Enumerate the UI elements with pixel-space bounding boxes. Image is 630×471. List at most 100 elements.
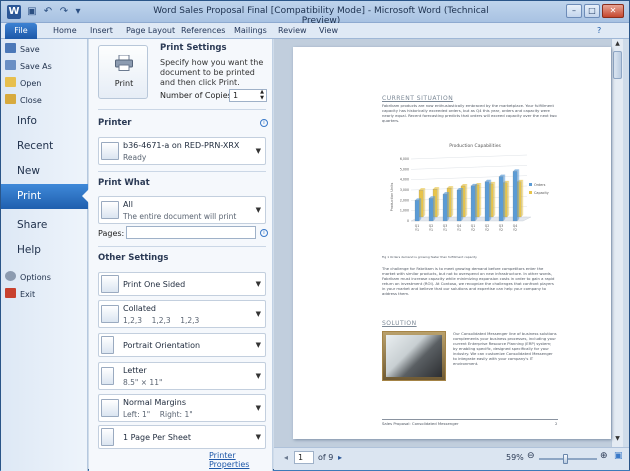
zoom-slider[interactable]: [539, 454, 597, 464]
nav-save[interactable]: Save: [5, 43, 40, 57]
tab-home[interactable]: Home: [53, 23, 77, 39]
nav-open[interactable]: Open: [5, 77, 41, 91]
zoom-to-page-icon[interactable]: ▣: [614, 451, 623, 461]
save-as-icon: [5, 60, 16, 70]
nav-print[interactable]: Print: [1, 184, 89, 209]
bar-side: [507, 180, 510, 217]
tab-insert[interactable]: Insert: [90, 23, 113, 39]
chart-title: Production Capabilities: [449, 143, 501, 149]
print-button[interactable]: Print: [98, 45, 148, 99]
chevron-down-icon: ▼: [255, 310, 261, 318]
title-bar: W ▣ ↶ ↷ ▾ Word Sales Proposal Final [Com…: [1, 1, 629, 26]
x-tick-label: Y2: [499, 228, 503, 232]
bar-side: [451, 186, 454, 217]
legend-label: Capacity: [534, 191, 549, 195]
save-icon[interactable]: ▣: [25, 5, 39, 19]
nav-close[interactable]: Close: [5, 94, 42, 108]
help-icon[interactable]: ?: [597, 23, 601, 39]
tab-references[interactable]: References: [181, 23, 225, 39]
maximize-button[interactable]: □: [584, 4, 600, 18]
pages-input[interactable]: [126, 226, 256, 239]
tab-review[interactable]: Review: [278, 23, 307, 39]
paragraph: The challenge for Fabrikam is to meet gr…: [382, 266, 555, 296]
zoom-slider-thumb[interactable]: [563, 454, 568, 464]
nav-recent[interactable]: Recent: [1, 134, 88, 159]
nav-info[interactable]: Info: [1, 109, 88, 134]
copies-input[interactable]: 1 ▲ ▼: [229, 89, 267, 102]
legend-label: Orders: [534, 183, 546, 187]
divider: [98, 109, 266, 110]
printer-properties-link[interactable]: Printer Properties: [209, 451, 272, 469]
nav-save-as[interactable]: Save As: [5, 60, 52, 74]
scroll-up-icon[interactable]: ▲: [613, 40, 622, 49]
y-axis-ticks: 6,000 5,000 4,000 3,000 2,000 1,000 0: [400, 157, 409, 223]
scroll-thumb[interactable]: [613, 51, 622, 79]
print-settings-heading: Print Settings: [160, 43, 227, 53]
margins-value: Normal Margins: [123, 398, 186, 407]
printer-info-icon[interactable]: i: [260, 119, 268, 127]
next-page-icon[interactable]: ▸: [338, 453, 342, 462]
print-what-dropdown[interactable]: All The entire document will print ▼: [98, 196, 266, 224]
copies-spinner-icon[interactable]: ▲ ▼: [260, 89, 264, 101]
pages-per-sheet-value: 1 Page Per Sheet: [123, 433, 191, 442]
bar-orders: [498, 176, 504, 222]
ribbon-tabs: File Home Insert Page Layout References …: [1, 23, 629, 39]
vertical-scrollbar[interactable]: ▲ ▼: [611, 39, 623, 447]
bars: [414, 169, 524, 222]
bar-orders: [512, 171, 518, 222]
gridline: [410, 196, 528, 201]
gridline: [410, 154, 528, 160]
pages-icon: [101, 201, 119, 219]
tab-page-layout[interactable]: Page Layout: [126, 23, 175, 39]
orientation-dropdown[interactable]: Portrait Orientation ▼: [98, 333, 266, 357]
bar-side: [475, 183, 478, 221]
collate-dropdown[interactable]: Collated 1,2,3 1,2,3 1,2,3 ▼: [98, 300, 266, 328]
chevron-down-icon: ▼: [255, 341, 261, 349]
word-logo-icon[interactable]: W: [7, 5, 21, 19]
margins-description: Left: 1" Right: 1": [123, 410, 193, 419]
page-number-input[interactable]: 1: [294, 451, 314, 464]
print-settings-panel: Print Print Settings Specify how you wan…: [89, 39, 273, 471]
bar-side: [489, 179, 492, 221]
close-button[interactable]: ✕: [602, 4, 624, 18]
tab-file[interactable]: File: [5, 23, 37, 39]
paper-size-dropdown[interactable]: Letter 8.5" × 11" ▼: [98, 362, 266, 390]
printer-name: b36-4671-a on RED-PRN-XRX: [123, 141, 240, 150]
bar-side: [433, 196, 436, 221]
gridline: [410, 185, 528, 191]
tab-mailings[interactable]: Mailings: [234, 23, 267, 39]
legend-swatch: [529, 183, 532, 186]
x-axis-ticks: Q1Y1Q2Y1Q3Y1Q4Y1Q1Y2Q2Y2Q3Y2Q4Y2: [415, 224, 518, 232]
minimize-button[interactable]: –: [566, 4, 582, 18]
chevron-down-icon: ▼: [255, 147, 261, 155]
y-tick-label: 4,000: [400, 178, 409, 182]
tab-view[interactable]: View: [319, 23, 338, 39]
printer-dropdown[interactable]: b36-4671-a on RED-PRN-XRX Ready ▼: [98, 137, 266, 165]
nav-exit[interactable]: Exit: [5, 288, 35, 302]
zoom-level: 59%: [506, 453, 524, 462]
zoom-in-icon[interactable]: ⊕: [600, 451, 608, 461]
previous-page-icon[interactable]: ◂: [284, 453, 288, 462]
pages-per-sheet-dropdown[interactable]: 1 Page Per Sheet ▼: [98, 425, 266, 449]
undo-icon[interactable]: ↶: [41, 5, 55, 19]
printer-icon: [101, 142, 119, 160]
nav-new[interactable]: New: [1, 159, 88, 184]
bar-side: [437, 187, 440, 217]
x-tick-label: Y1: [457, 228, 461, 232]
nav-help[interactable]: Help: [1, 238, 88, 263]
x-tick-label: Y2: [513, 228, 517, 232]
scroll-down-icon[interactable]: ▼: [613, 435, 622, 444]
paragraph: Our Consolidated Messenger line of busin…: [453, 331, 557, 366]
margins-dropdown[interactable]: Normal Margins Left: 1" Right: 1" ▼: [98, 394, 266, 422]
redo-icon[interactable]: ↷: [57, 5, 71, 19]
paper-icon: [101, 367, 114, 385]
customize-qat-icon[interactable]: ▾: [71, 5, 85, 19]
gridline: [410, 175, 528, 180]
nav-share[interactable]: Share: [1, 213, 88, 238]
pages-info-icon[interactable]: i: [260, 229, 268, 237]
bar-side: [423, 188, 426, 217]
bar-orders: [470, 185, 476, 222]
sides-dropdown[interactable]: Print One Sided ▼: [98, 272, 266, 296]
nav-options[interactable]: Options: [5, 271, 51, 285]
zoom-out-icon[interactable]: ⊖: [527, 451, 535, 461]
